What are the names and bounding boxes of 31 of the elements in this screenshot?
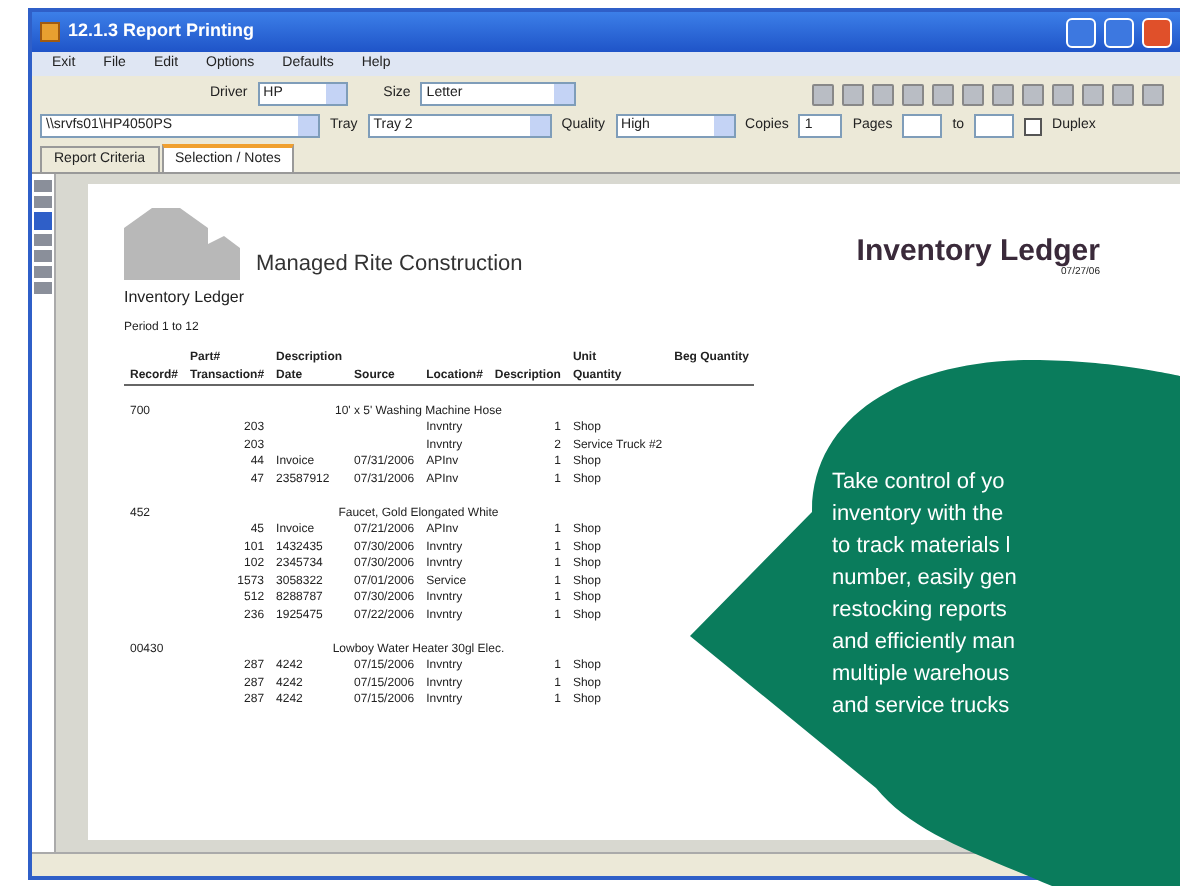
company-name: Managed Rite Construction (256, 249, 523, 279)
toolbar-icon[interactable] (962, 83, 984, 105)
callout-text: Take control of yo inventory with the to track materials l number, easily gen restocking reports and efficiently man multiple warehous and service trucks (832, 468, 1017, 722)
report-subtitle: Inventory Ledger (124, 286, 247, 310)
toolbar-icon[interactable] (1142, 83, 1164, 105)
report-title: Inventory Ledger (856, 235, 1100, 265)
page-thumbnail-icon[interactable] (34, 196, 52, 208)
toolbar-icon[interactable] (812, 83, 834, 105)
duplex-checkbox[interactable] (1024, 117, 1043, 135)
window-title: 12.1.3 Report Printing (68, 18, 255, 45)
toolbar-icon[interactable] (842, 83, 864, 105)
toolbar-icon[interactable] (1052, 83, 1074, 105)
toolbar-icon[interactable] (932, 83, 954, 105)
toolbar-icon[interactable] (902, 83, 924, 105)
page-thumbnail-icon[interactable] (34, 282, 52, 294)
page-thumbnail-icon[interactable] (34, 266, 52, 278)
toolbar-icon[interactable] (1022, 83, 1044, 105)
maximize-button[interactable] (1104, 17, 1134, 47)
toolbar-icon[interactable] (992, 83, 1014, 105)
toolbar-icon[interactable] (872, 83, 894, 105)
app-icon (40, 22, 60, 42)
toolbar-icon[interactable] (1112, 83, 1134, 105)
page-thumbnail-icon[interactable] (34, 212, 52, 230)
page-thumbnail-icon[interactable] (34, 180, 52, 192)
page-from-field[interactable] (902, 114, 943, 138)
page-thumbnail-icon[interactable] (34, 234, 52, 246)
page-to-field[interactable] (974, 114, 1015, 138)
page-thumbnail-icon[interactable] (34, 250, 52, 262)
close-button[interactable] (1142, 17, 1172, 47)
toolbar-icon[interactable] (1082, 83, 1104, 105)
minimize-button[interactable] (1066, 17, 1096, 47)
